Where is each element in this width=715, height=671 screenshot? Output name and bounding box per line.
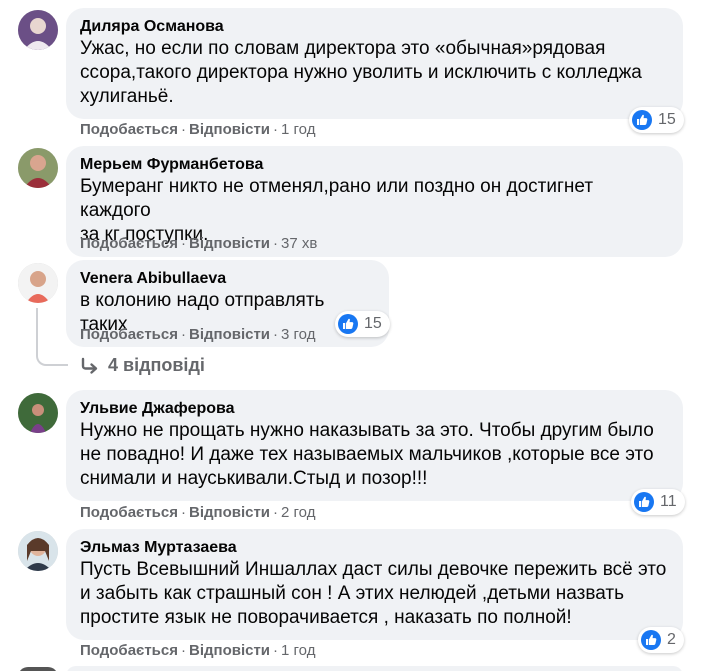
reply-button[interactable]: Відповісти [189, 504, 270, 521]
comment-bubble: Диляра Османова Ужас, но если по словам … [66, 8, 683, 119]
avatar[interactable] [18, 148, 58, 188]
avatar[interactable] [18, 263, 58, 303]
comment-author[interactable]: Диляра Османова [80, 17, 669, 37]
like-thumb-icon [338, 314, 358, 334]
comment-text: Пусть Всевышний Иншаллах даст силы девоч… [80, 559, 667, 628]
reaction-number: 15 [364, 315, 382, 332]
comment-actions: Подобається · Відповісти · 3 год [80, 326, 316, 343]
comment-time[interactable]: 1 год [281, 121, 315, 138]
reply-button[interactable]: Відповісти [189, 642, 270, 659]
like-thumb-icon [634, 492, 654, 512]
avatar[interactable] [18, 10, 58, 50]
reply-button[interactable]: Відповісти [189, 235, 270, 252]
reply-button[interactable]: Відповісти [189, 326, 270, 343]
like-button[interactable]: Подобається [80, 504, 178, 521]
comment-actions: Подобається · Відповісти · 1 год [80, 121, 316, 138]
reaction-number: 2 [667, 631, 676, 648]
like-thumb-icon [641, 630, 661, 650]
thread-connector [36, 308, 68, 366]
like-thumb-icon [632, 110, 652, 130]
next-comment-bubble-edge [66, 666, 683, 671]
comment-author[interactable]: Эльмаз Муртазаева [80, 538, 669, 558]
reaction-count[interactable]: 15 [335, 311, 390, 337]
like-button[interactable]: Подобається [80, 121, 178, 138]
reaction-count[interactable]: 15 [629, 107, 684, 133]
avatar[interactable] [18, 393, 58, 433]
comment-time[interactable]: 2 год [281, 504, 315, 521]
comment-bubble: Эльмаз Муртазаева Пусть Всевышний Иншалл… [66, 529, 683, 640]
comment-text: Ужас, но если по словам директора это «о… [80, 38, 642, 107]
comment-actions: Подобається · Відповісти · 37 хв [80, 235, 318, 252]
comment-author[interactable]: Мерьем Фурманбетова [80, 155, 669, 175]
reply-button[interactable]: Відповісти [189, 121, 270, 138]
next-avatar-edge [18, 667, 58, 671]
reaction-number: 11 [660, 493, 677, 510]
comment-author[interactable]: Ульвие Джаферова [80, 399, 669, 419]
reply-arrow-icon [81, 357, 98, 374]
replies-count-label[interactable]: 4 відповіді [108, 355, 205, 376]
view-replies-link[interactable]: 4 відповіді [80, 355, 205, 376]
avatar[interactable] [18, 531, 58, 571]
comment-time[interactable]: 1 год [281, 642, 315, 659]
comment-time[interactable]: 3 год [281, 326, 315, 343]
comment-bubble: Ульвие Джаферова Нужно не прощать нужно … [66, 390, 683, 501]
reaction-number: 15 [658, 111, 676, 128]
comment-actions: Подобається · Відповісти · 2 год [80, 504, 316, 521]
comment-time[interactable]: 37 хв [281, 235, 317, 252]
comment-text: Нужно не прощать нужно наказывать за это… [80, 420, 654, 489]
comment-actions: Подобається · Відповісти · 1 год [80, 642, 316, 659]
like-button[interactable]: Подобається [80, 642, 178, 659]
reaction-count[interactable]: 2 [638, 627, 684, 653]
like-button[interactable]: Подобається [80, 235, 178, 252]
like-button[interactable]: Подобається [80, 326, 178, 343]
comment-author[interactable]: Venera Abibullaeva [80, 269, 375, 289]
reaction-count[interactable]: 11 [631, 489, 685, 515]
